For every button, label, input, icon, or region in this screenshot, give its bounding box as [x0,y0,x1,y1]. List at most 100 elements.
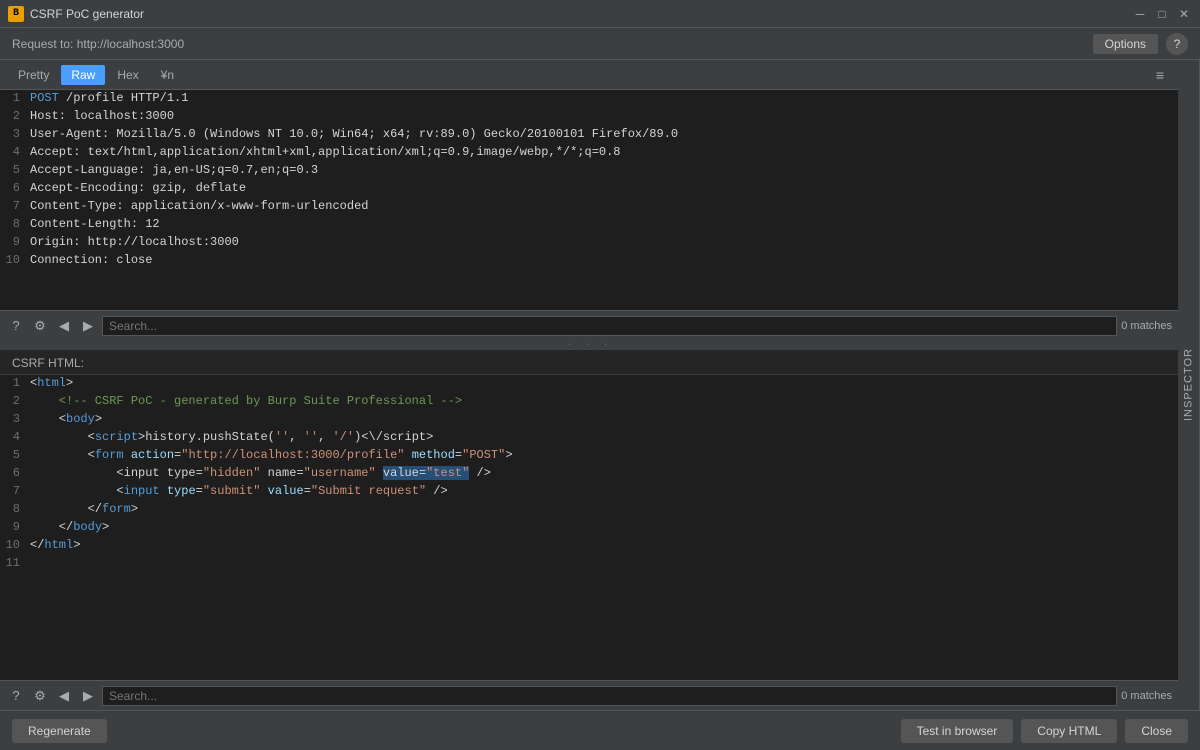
line-number: 9 [0,519,30,537]
tab-pretty[interactable]: Pretty [8,65,59,85]
csrf-help-icon[interactable]: ? [6,686,26,706]
test-in-browser-button[interactable]: Test in browser [901,719,1014,743]
csrf-search-bar: ? ⚙ ◀ ▶ 0 matches [0,680,1178,710]
csrf-search-matches: 0 matches [1121,690,1172,702]
csrf-line: 8 </form> [0,501,1178,519]
line-text: Connection: close [30,252,1178,270]
request-search-input[interactable] [102,316,1117,336]
menu-icon-button[interactable]: ≡ [1150,65,1170,85]
line-number: 9 [0,234,30,252]
tab-yn[interactable]: ¥n [151,65,184,85]
request-line: 8Content-Length: 12 [0,216,1178,234]
line-text: Host: localhost:3000 [30,108,1178,126]
csrf-line: 2 <!-- CSRF PoC - generated by Burp Suit… [0,393,1178,411]
line-text: Content-Type: application/x-www-form-url… [30,198,1178,216]
request-url-label: Request to: http://localhost:3000 [12,37,184,51]
csrf-line-text: </form> [30,501,1178,519]
content-area: Pretty Raw Hex ¥n ≡ 1POST /profile HTTP/… [0,60,1178,710]
line-text: Accept-Language: ja,en-US;q=0.7,en;q=0.3 [30,162,1178,180]
request-help-icon[interactable]: ? [6,316,26,336]
csrf-line: 5 <form action="http://localhost:3000/pr… [0,447,1178,465]
request-line: 10Connection: close [0,252,1178,270]
close-button[interactable]: Close [1125,719,1188,743]
resize-handle[interactable]: · · · [0,340,1178,350]
title-bar: B CSRF PoC generator ─ □ ✕ [0,0,1200,28]
tab-hex[interactable]: Hex [107,65,148,85]
copy-html-button[interactable]: Copy HTML [1021,719,1117,743]
line-text: Content-Length: 12 [30,216,1178,234]
request-panel: 1POST /profile HTTP/1.12Host: localhost:… [0,90,1178,310]
csrf-label: CSRF HTML: [0,350,1178,375]
request-search-matches: 0 matches [1121,320,1172,332]
line-number: 6 [0,180,30,198]
maximize-button[interactable]: □ [1154,6,1170,22]
request-line: 3User-Agent: Mozilla/5.0 (Windows NT 10.… [0,126,1178,144]
csrf-prev-icon[interactable]: ◀ [54,686,74,706]
csrf-line-text: </body> [30,519,1178,537]
csrf-line: 4 <script>history.pushState('', '', '/')… [0,429,1178,447]
csrf-line-text: <script>history.pushState('', '', '/')<\… [30,429,1178,447]
help-button[interactable]: ? [1166,33,1188,55]
line-number: 4 [0,144,30,162]
line-number: 10 [0,537,30,555]
regenerate-button[interactable]: Regenerate [12,719,107,743]
csrf-line-text: </html> [30,537,1178,555]
bottom-bar: Regenerate Test in browser Copy HTML Clo… [0,710,1200,750]
request-next-icon[interactable]: ▶ [78,316,98,336]
request-prev-icon[interactable]: ◀ [54,316,74,336]
request-line: 4Accept: text/html,application/xhtml+xml… [0,144,1178,162]
csrf-code-area: 1<html>2 <!-- CSRF PoC - generated by Bu… [0,375,1178,680]
options-button[interactable]: Options [1093,34,1158,54]
csrf-line-text [30,555,1178,573]
panels-container: 1POST /profile HTTP/1.12Host: localhost:… [0,90,1178,710]
line-number: 3 [0,126,30,144]
line-number: 2 [0,393,30,411]
request-line: 9Origin: http://localhost:3000 [0,234,1178,252]
line-number: 1 [0,90,30,108]
app-icon: B [8,6,24,22]
tab-raw[interactable]: Raw [61,65,105,85]
csrf-line: 6 <input type="hidden" name="username" v… [0,465,1178,483]
line-number: 8 [0,216,30,234]
csrf-code-panel: 1<html>2 <!-- CSRF PoC - generated by Bu… [0,375,1178,680]
request-search-bar: ? ⚙ ◀ ▶ 0 matches [0,310,1178,340]
line-number: 7 [0,483,30,501]
csrf-line-text: <form action="http://localhost:3000/prof… [30,447,1178,465]
request-line: 7Content-Type: application/x-www-form-ur… [0,198,1178,216]
csrf-search-input[interactable] [102,686,1117,706]
line-number: 10 [0,252,30,270]
line-number: 7 [0,198,30,216]
csrf-line: 1<html> [0,375,1178,393]
csrf-settings-icon[interactable]: ⚙ [30,686,50,706]
close-window-button[interactable]: ✕ [1176,6,1192,22]
line-number: 5 [0,162,30,180]
csrf-line: 11 [0,555,1178,573]
csrf-line-text: <body> [30,411,1178,429]
csrf-line: 3 <body> [0,411,1178,429]
main-area: Pretty Raw Hex ¥n ≡ 1POST /profile HTTP/… [0,60,1200,710]
window-controls: ─ □ ✕ [1132,6,1192,22]
csrf-next-icon[interactable]: ▶ [78,686,98,706]
csrf-line-text: <input type="hidden" name="username" val… [30,465,1178,483]
line-number: 5 [0,447,30,465]
line-number: 4 [0,429,30,447]
line-number: 6 [0,465,30,483]
line-text: POST /profile HTTP/1.1 [30,90,1178,108]
line-text: Accept: text/html,application/xhtml+xml,… [30,144,1178,162]
line-text: Accept-Encoding: gzip, deflate [30,180,1178,198]
request-settings-icon[interactable]: ⚙ [30,316,50,336]
csrf-line: 9 </body> [0,519,1178,537]
csrf-line: 10</html> [0,537,1178,555]
request-code-panel: 1POST /profile HTTP/1.12Host: localhost:… [0,90,1178,310]
minimize-button[interactable]: ─ [1132,6,1148,22]
request-line: 5Accept-Language: ja,en-US;q=0.7,en;q=0.… [0,162,1178,180]
csrf-line-text: <html> [30,375,1178,393]
csrf-panel: CSRF HTML: 1<html>2 <!-- CSRF PoC - gene… [0,350,1178,680]
csrf-line-text: <input type="submit" value="Submit reque… [30,483,1178,501]
csrf-line: 7 <input type="submit" value="Submit req… [0,483,1178,501]
inspector-tab[interactable]: INSPECTOR [1178,60,1200,710]
line-number: 8 [0,501,30,519]
line-number: 1 [0,375,30,393]
line-number: 11 [0,555,30,573]
tabs-bar: Pretty Raw Hex ¥n ≡ [0,60,1178,90]
